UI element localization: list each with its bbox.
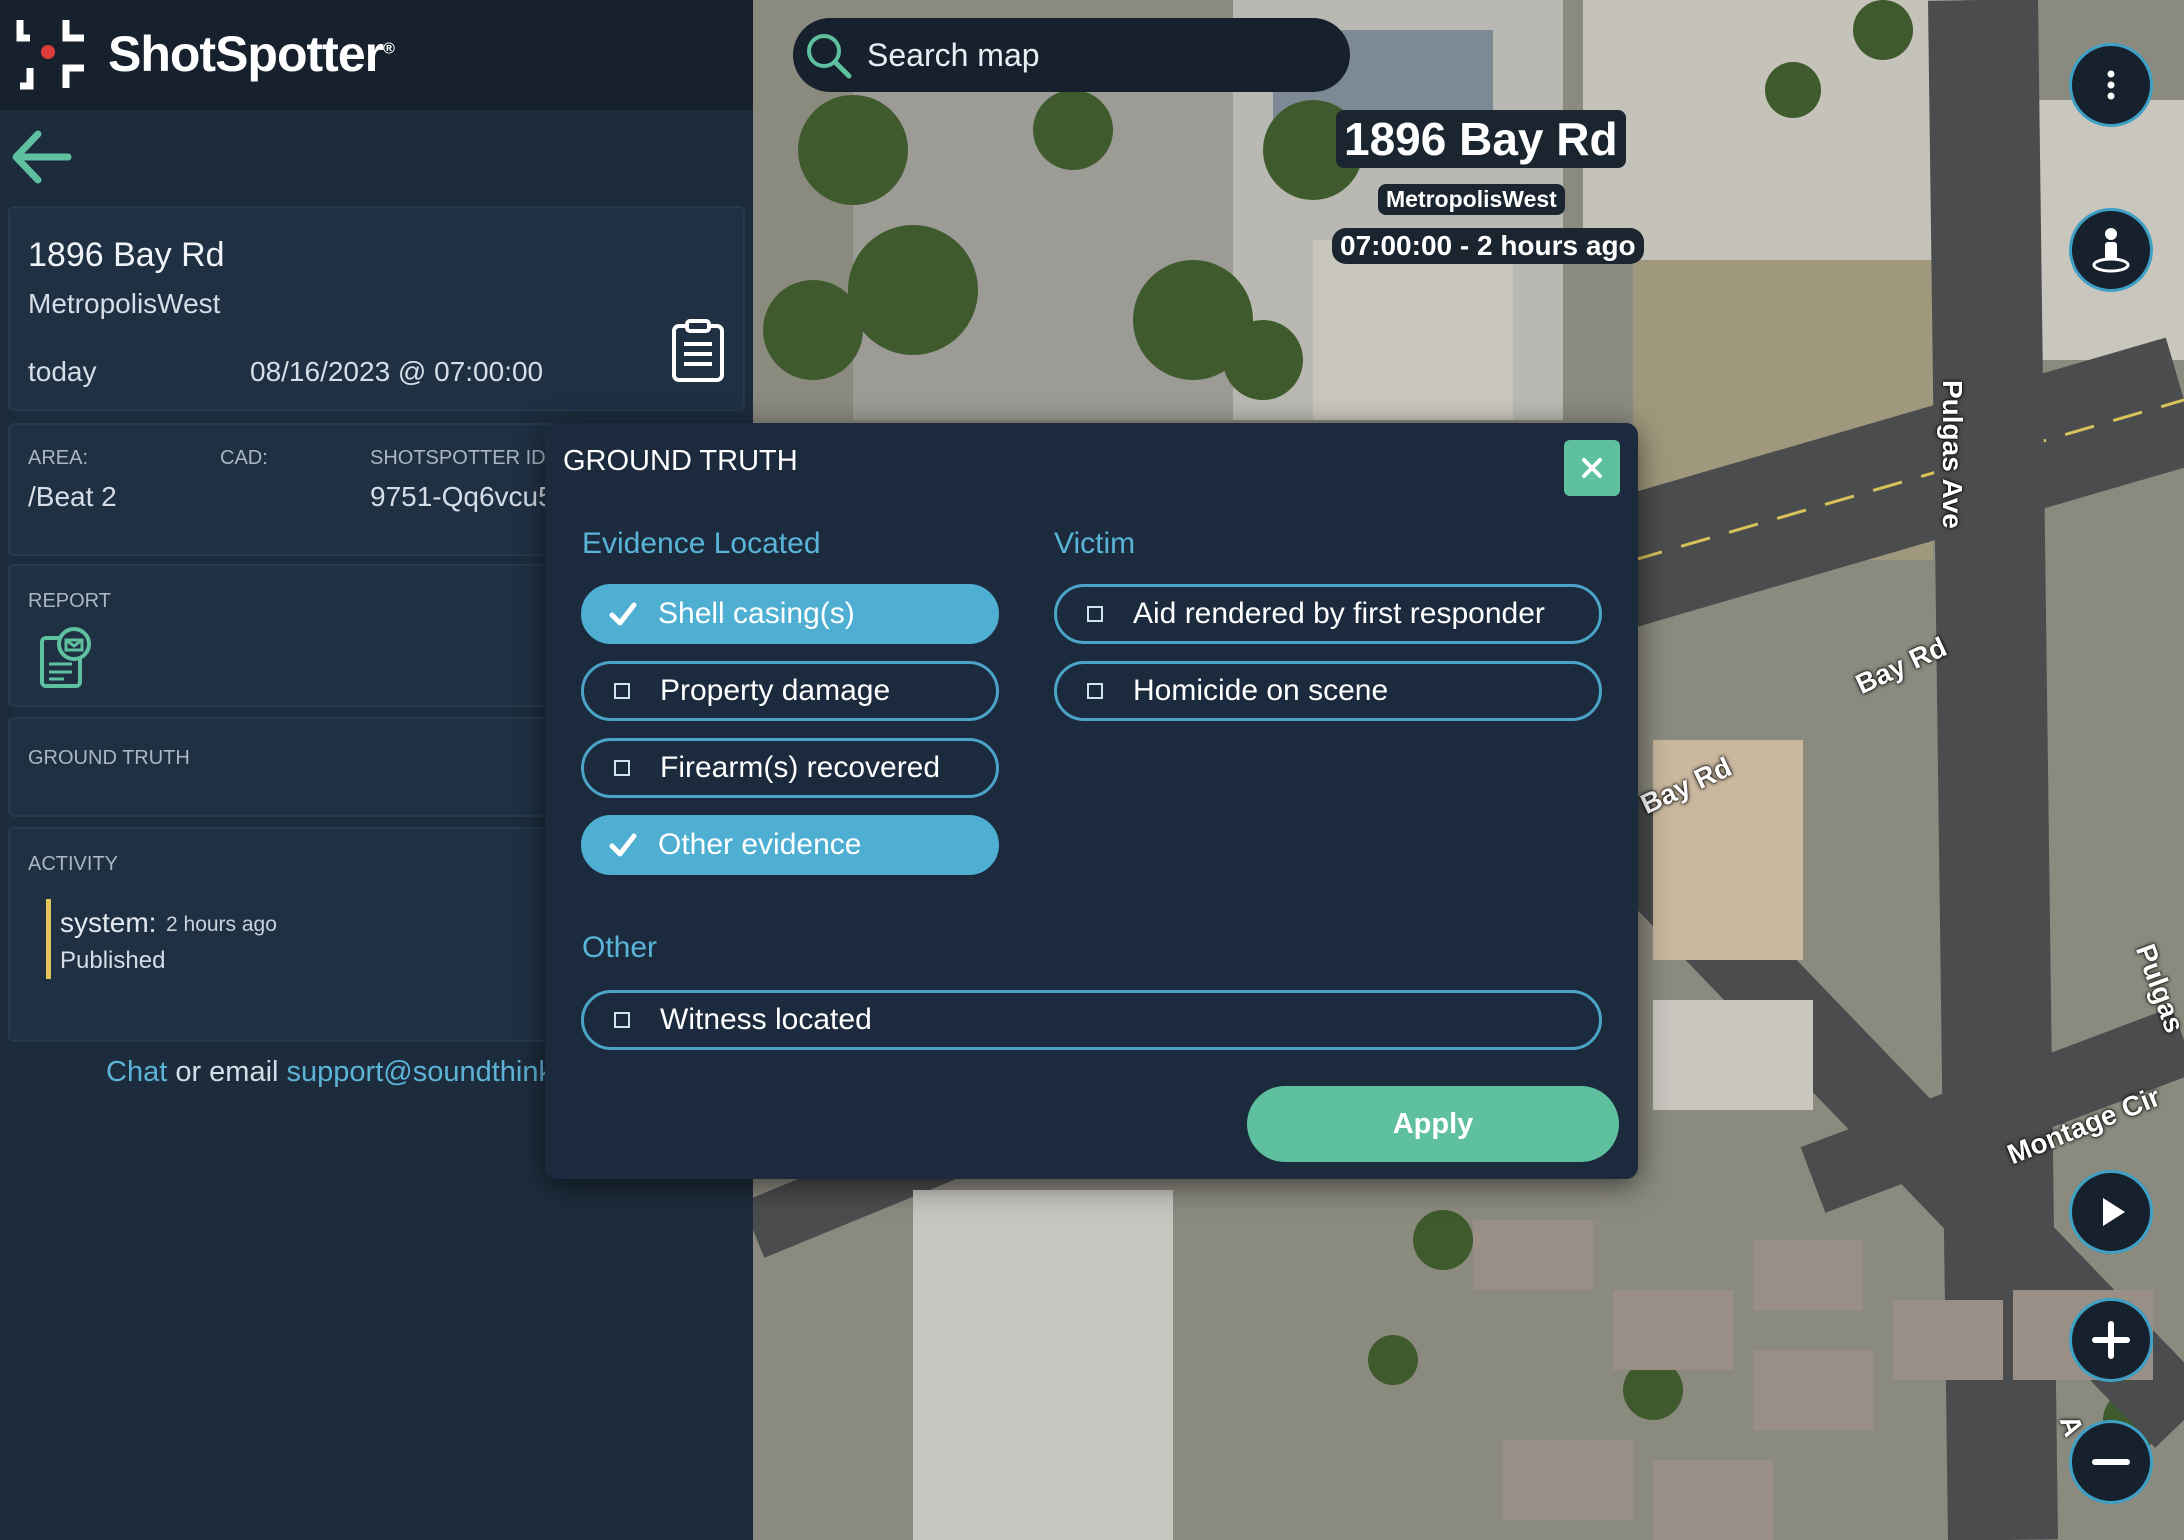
option-label: Homicide on scene (1133, 674, 1389, 707)
more-vert-icon (2107, 70, 2115, 100)
incident-datetime: 08/16/2023 @ 07:00:00 (250, 356, 544, 387)
option-aid-rendered[interactable]: Aid rendered by first responder (1054, 584, 1602, 644)
option-label: Witness located (660, 1003, 872, 1036)
close-icon (1582, 458, 1602, 478)
report-section-title: REPORT (28, 590, 111, 612)
ground-truth-section-title: GROUND TRUTH (28, 747, 190, 769)
zoom-in-button[interactable] (2069, 1298, 2153, 1382)
option-shell-casings[interactable]: Shell casing(s) (581, 584, 999, 644)
play-icon (2103, 1198, 2125, 1226)
map-incident-address: 1896 Bay Rd (1336, 110, 1626, 168)
option-label: Firearm(s) recovered (660, 751, 941, 784)
more-options-button[interactable] (2069, 43, 2153, 127)
close-button[interactable] (1564, 440, 1620, 496)
apply-button[interactable]: Apply (1247, 1086, 1619, 1162)
modal-title: GROUND TRUTH (563, 445, 798, 477)
search-icon (807, 34, 852, 79)
checkbox-empty-icon (614, 683, 630, 699)
map-incident-time: 07:00:00 - 2 hours ago (1332, 228, 1644, 264)
option-other-evidence[interactable]: Other evidence (581, 815, 999, 875)
report-icon[interactable] (38, 626, 94, 690)
top-bar: ShotSpotter® (0, 0, 753, 110)
checkbox-empty-icon (1087, 606, 1103, 622)
incident-day: today (28, 356, 97, 387)
shotspotter-logo-icon (16, 20, 84, 90)
check-icon (609, 602, 637, 626)
option-property-damage[interactable]: Property damage (581, 661, 999, 721)
incident-address: 1896 Bay Rd (28, 236, 225, 274)
check-icon (609, 833, 637, 857)
area-value: /Beat 2 (28, 481, 117, 512)
activity-indicator-bar (46, 899, 51, 979)
support-line: Chat or email support@soundthink (106, 1056, 553, 1089)
support-email-link[interactable]: support@soundthink (287, 1056, 553, 1088)
incident-summary-card: 1896 Bay Rd MetropolisWest today 08/16/2… (8, 206, 745, 411)
brand-logo: ShotSpotter® (14, 14, 395, 94)
shotspotter-id-label: SHOTSPOTTER ID: (370, 447, 552, 469)
option-homicide-on-scene[interactable]: Homicide on scene (1054, 661, 1602, 721)
victim-section-title: Victim (1054, 527, 1136, 560)
zoom-in-icon (2092, 1321, 2130, 1359)
street-view-icon (2092, 228, 2130, 273)
option-label: Aid rendered by first responder (1133, 597, 1545, 630)
ground-truth-modal: GROUND TRUTH Evidence Located Victim Oth… (545, 423, 1638, 1179)
option-label: Other evidence (658, 828, 862, 861)
evidence-section-title: Evidence Located (582, 527, 821, 560)
incident-city: MetropolisWest (28, 288, 221, 319)
support-text: or email (167, 1056, 287, 1088)
activity-time: 2 hours ago (166, 913, 277, 936)
map-incident-city: MetropolisWest (1378, 184, 1565, 215)
zoom-out-button[interactable] (2069, 1420, 2153, 1504)
chat-link[interactable]: Chat (106, 1056, 167, 1088)
activity-section-title: ACTIVITY (28, 853, 119, 875)
shotspotter-id-value: 9751-Qq6vcu5 (370, 481, 554, 512)
checkbox-empty-icon (614, 1012, 630, 1028)
street-view-button[interactable] (2069, 208, 2153, 292)
option-label: Shell casing(s) (658, 597, 855, 630)
search-bar[interactable] (793, 18, 1350, 92)
search-input[interactable] (867, 36, 1307, 74)
zoom-out-icon (2092, 1459, 2130, 1465)
play-button[interactable] (2069, 1170, 2153, 1254)
cad-label: CAD: (220, 447, 268, 469)
area-label: AREA: (28, 447, 89, 469)
option-firearms-recovered[interactable]: Firearm(s) recovered (581, 738, 999, 798)
option-witness-located[interactable]: Witness located (581, 990, 1602, 1050)
activity-status: Published (60, 947, 166, 974)
back-arrow-icon[interactable] (6, 126, 76, 188)
other-section-title: Other (582, 931, 658, 964)
checkbox-empty-icon (614, 760, 630, 776)
street-label-pulgas-ave: Pulgas Ave (1937, 380, 1968, 529)
clipboard-icon[interactable] (670, 318, 726, 384)
checkbox-empty-icon (1087, 683, 1103, 699)
brand-name: ShotSpotter® (108, 26, 395, 82)
activity-user: system: (60, 907, 157, 938)
option-label: Property damage (660, 674, 891, 707)
